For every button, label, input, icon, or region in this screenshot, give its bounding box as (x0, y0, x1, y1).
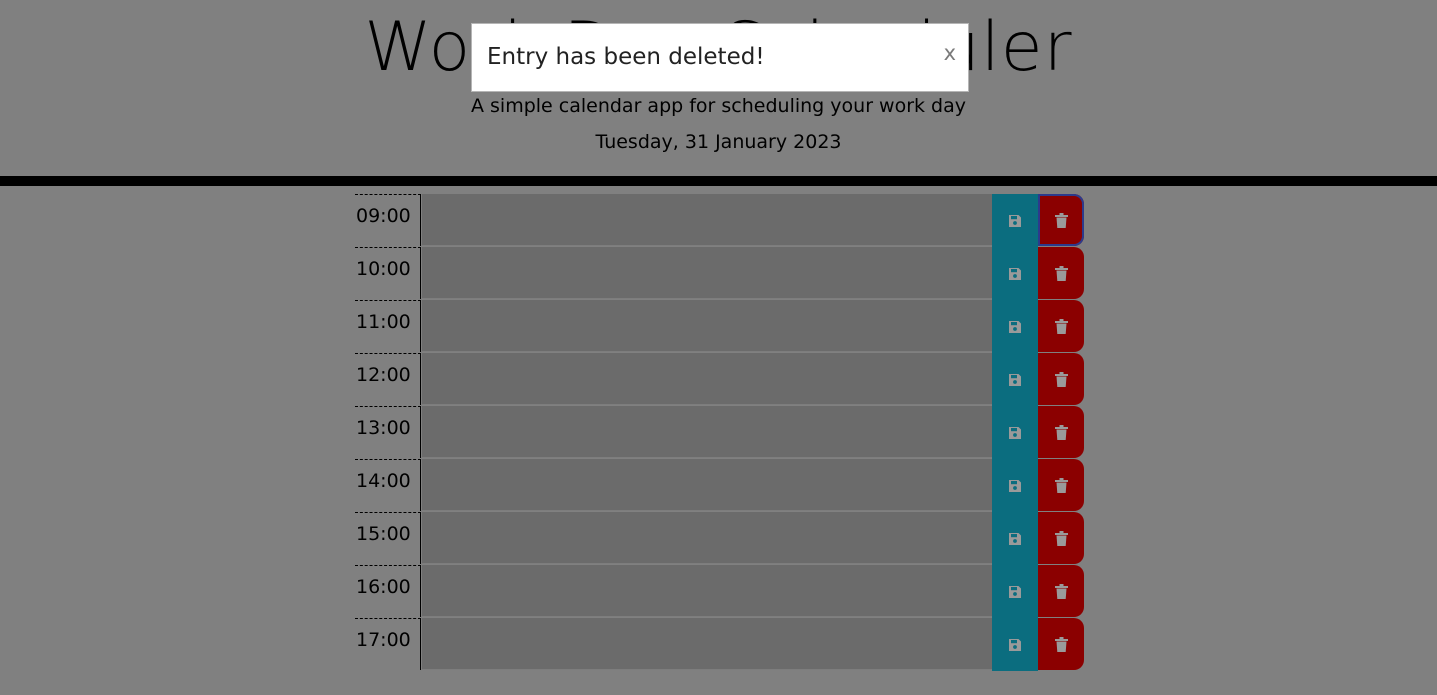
modal-overlay: Entry has been deleted! x (0, 0, 1437, 695)
close-button[interactable]: x (944, 40, 956, 66)
notification-modal: Entry has been deleted! x (471, 23, 969, 92)
page: Work Day Scheduler A simple calendar app… (0, 0, 1437, 695)
modal-message: Entry has been deleted! (487, 44, 765, 70)
